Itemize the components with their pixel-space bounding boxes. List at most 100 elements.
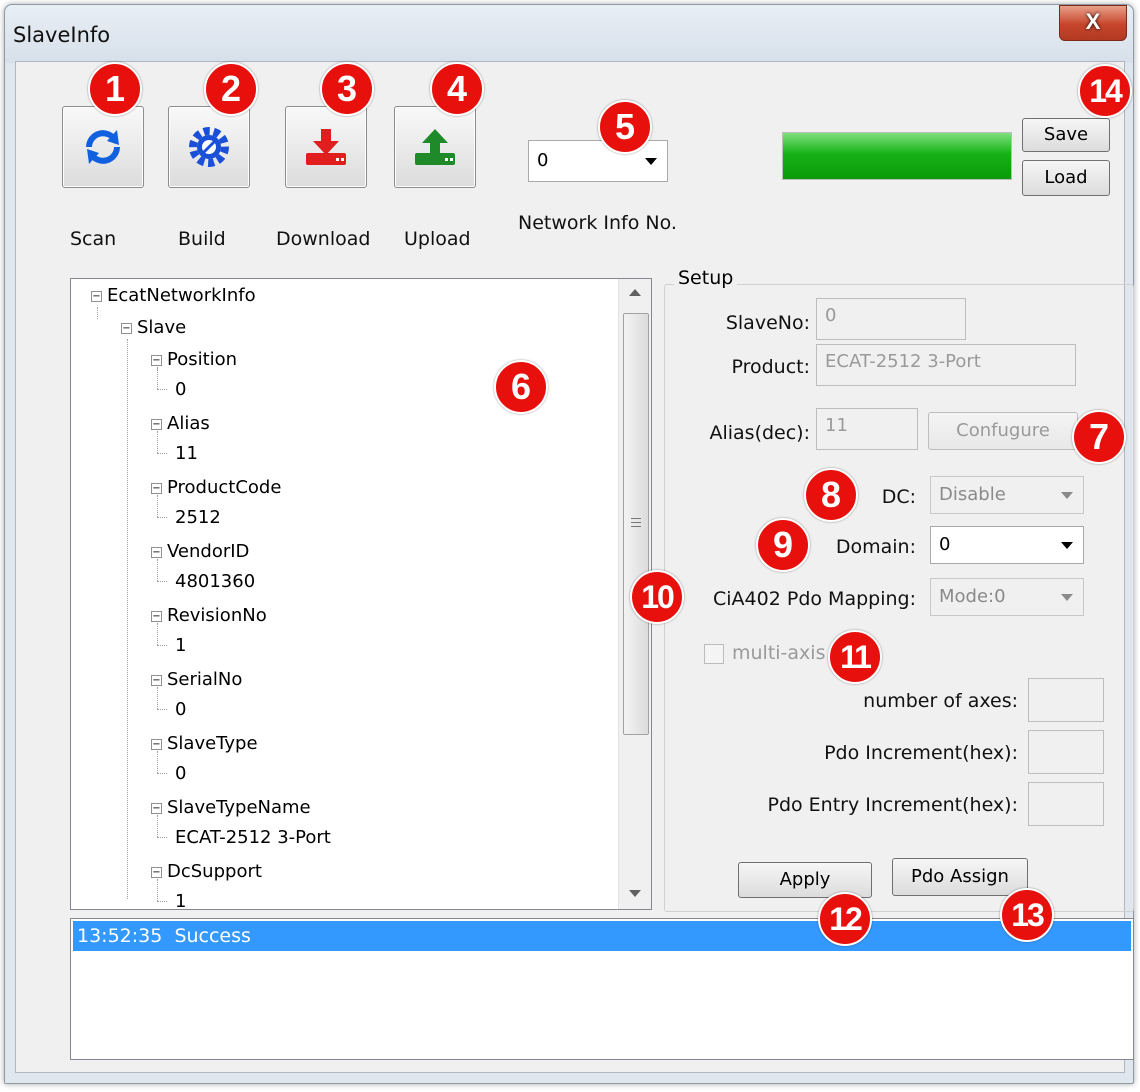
pdo-assign-button[interactable]: Pdo Assign [892, 858, 1028, 896]
number-of-axes-field[interactable] [1028, 678, 1104, 722]
collapse-icon[interactable]: − [151, 675, 162, 686]
save-button[interactable]: Save [1022, 118, 1110, 152]
pdo-increment-field[interactable] [1028, 730, 1104, 774]
annotation-badge-10: 10 [630, 570, 684, 624]
collapse-icon[interactable]: − [91, 291, 102, 302]
log-message: Success [174, 925, 251, 947]
multi-axis-checkbox[interactable] [704, 644, 724, 664]
tree-node-label[interactable]: Position [167, 349, 237, 370]
network-tree-view[interactable]: − EcatNetworkInfo − Slave − Position 0− Ali… [70, 278, 652, 910]
chevron-down-icon [1061, 542, 1073, 549]
domain-value: 0 [939, 534, 951, 555]
annotation-badge-11: 11 [828, 630, 882, 684]
log-time: 13:52:35 [77, 925, 163, 947]
annotation-badge-14: 14 [1078, 64, 1132, 118]
log-row[interactable]: 13:52:35 Success [73, 921, 1131, 951]
refresh-icon [86, 130, 120, 164]
upload-label: Upload [404, 228, 471, 250]
download-button[interactable] [285, 106, 367, 188]
tree-node-value[interactable]: 2512 [175, 507, 221, 528]
build-button[interactable] [168, 106, 250, 188]
upload-button[interactable] [394, 106, 476, 188]
cia402-value: Mode:0 [939, 586, 1006, 607]
log-list[interactable]: 13:52:35 Success [70, 918, 1134, 1060]
scroll-down-icon[interactable] [629, 890, 641, 897]
product-field[interactable]: ECAT-2512 3-Port [816, 344, 1076, 386]
tree-node-label[interactable]: RevisionNo [167, 605, 267, 626]
scan-button[interactable] [62, 106, 144, 188]
tree-node-value[interactable]: 0 [175, 699, 186, 720]
slave-no-field[interactable]: 0 [816, 298, 966, 340]
tree-node-label[interactable]: VendorID [167, 541, 249, 562]
tree-node-value[interactable]: 0 [175, 379, 186, 400]
collapse-icon[interactable]: − [151, 803, 162, 814]
dc-select[interactable]: Disable [930, 476, 1084, 514]
domain-label: Domain: [835, 536, 916, 558]
multi-axis-label: multi-axis [732, 642, 826, 664]
dc-value: Disable [939, 484, 1006, 505]
build-label: Build [178, 228, 226, 250]
annotation-badge-4: 4 [430, 62, 484, 116]
tree-node-label[interactable]: SlaveTypeName [167, 797, 311, 818]
collapse-icon[interactable]: − [151, 355, 162, 366]
tree-node-label[interactable]: ProductCode [167, 477, 281, 498]
dc-label: DC: [881, 486, 916, 508]
load-button[interactable]: Load [1022, 160, 1110, 196]
title-bar[interactable]: SlaveInfo X [5, 5, 1133, 63]
tree-slave-node[interactable]: Slave [137, 317, 186, 338]
tree-node-label[interactable]: SerialNo [167, 669, 242, 690]
pdo-increment-label: Pdo Increment(hex): [824, 742, 1018, 764]
network-info-select[interactable]: 0 [528, 140, 668, 182]
gear-icon [189, 127, 229, 167]
tree-node-label[interactable]: DcSupport [167, 861, 262, 882]
status-progress-bar [782, 132, 1012, 180]
tree-node-value[interactable]: 0 [175, 763, 186, 784]
chevron-down-icon [645, 158, 657, 165]
tree-node-label[interactable]: Alias [167, 413, 210, 434]
collapse-icon[interactable]: − [151, 483, 162, 494]
annotation-badge-12: 12 [818, 892, 872, 946]
collapse-icon[interactable]: − [151, 547, 162, 558]
annotation-badge-1: 1 [88, 62, 142, 116]
configure-button[interactable]: Confugure [928, 412, 1078, 450]
scroll-thumb[interactable] [623, 313, 649, 735]
annotation-badge-7: 7 [1072, 410, 1126, 464]
collapse-icon[interactable]: − [151, 739, 162, 750]
window-title: SlaveInfo [13, 23, 111, 47]
setup-title: Setup [674, 267, 738, 289]
annotation-badge-13: 13 [1000, 888, 1054, 942]
tree-node-label[interactable]: SlaveType [167, 733, 258, 754]
alias-label: Alias(dec): [709, 422, 810, 444]
annotation-badge-9: 9 [756, 518, 810, 572]
annotation-badge-8: 8 [804, 468, 858, 522]
tree-node-value[interactable]: 11 [175, 443, 198, 464]
pdo-entry-increment-label: Pdo Entry Increment(hex): [767, 794, 1018, 816]
tree-node-value[interactable]: 4801360 [175, 571, 255, 592]
collapse-icon[interactable]: − [151, 419, 162, 430]
tree-node-value[interactable]: ECAT-2512 3-Port [175, 827, 331, 848]
number-of-axes-label: number of axes: [863, 690, 1018, 712]
chevron-down-icon [1061, 594, 1073, 601]
annotation-badge-3: 3 [320, 62, 374, 116]
tree-node-value[interactable]: 1 [175, 891, 186, 909]
tree-root-node[interactable]: EcatNetworkInfo [107, 285, 256, 306]
close-button[interactable]: X [1059, 5, 1127, 41]
pdo-entry-increment-field[interactable] [1028, 782, 1104, 826]
upload-icon [415, 129, 455, 165]
progress-fill [783, 133, 1011, 179]
tree-node-value[interactable]: 1 [175, 635, 186, 656]
product-label: Product: [731, 356, 810, 378]
cia402-select[interactable]: Mode:0 [930, 578, 1084, 616]
alias-field[interactable]: 11 [816, 408, 918, 450]
domain-select[interactable]: 0 [930, 526, 1084, 564]
scroll-up-icon[interactable] [629, 289, 641, 296]
collapse-icon[interactable]: − [151, 867, 162, 878]
annotation-badge-2: 2 [204, 62, 258, 116]
download-label: Download [276, 228, 371, 250]
cia402-label: CiA402 Pdo Mapping: [713, 588, 916, 610]
collapse-icon[interactable]: − [121, 323, 132, 334]
chevron-down-icon [1061, 492, 1073, 499]
collapse-icon[interactable]: − [151, 611, 162, 622]
annotation-badge-5: 5 [598, 100, 652, 154]
slave-no-label: SlaveNo: [725, 312, 810, 334]
